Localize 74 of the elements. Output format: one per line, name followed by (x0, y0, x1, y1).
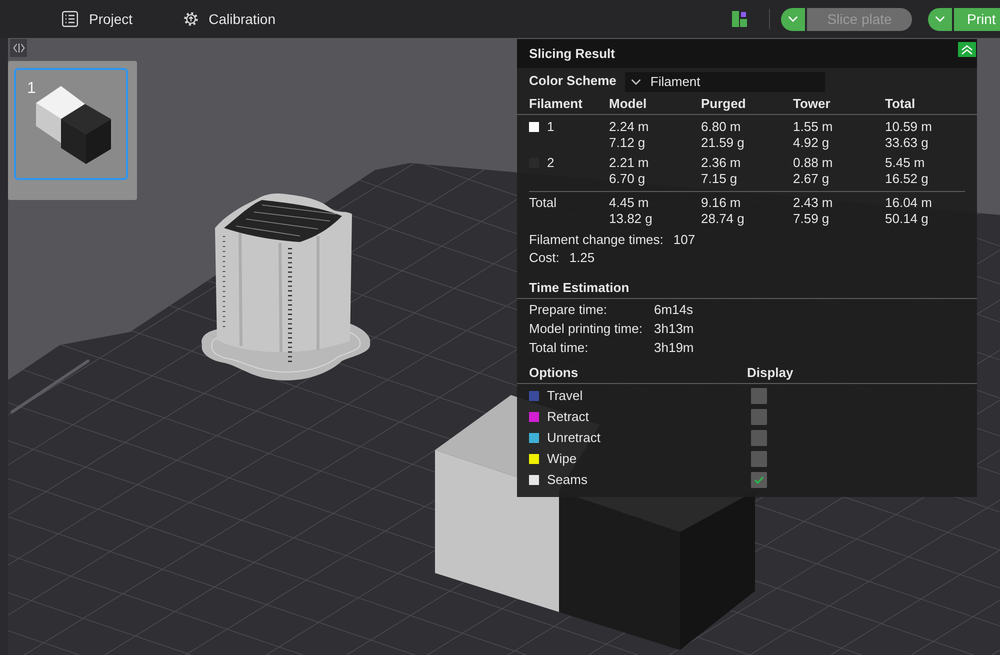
column-header: Total (885, 96, 916, 110)
checkmark-icon (754, 476, 764, 484)
time-label: Prepare time: (529, 301, 608, 319)
length-value: 2.43 m (793, 195, 833, 211)
option-label: Travel (547, 388, 583, 403)
length-value: 2.21 m (609, 155, 649, 171)
length-value: 0.88 m (793, 155, 833, 171)
time-value: 6m14s (654, 301, 694, 319)
column-header: Model (609, 96, 647, 110)
length-value: 10.59 m (885, 119, 932, 135)
length-value: 5.45 m (885, 155, 925, 171)
weight-value: 2.67 g (793, 171, 830, 187)
option-label: Unretract (547, 430, 600, 445)
filament-number: 2 (547, 155, 554, 171)
option-label: Seams (547, 472, 588, 487)
weight-value: 6.70 g (609, 171, 646, 187)
weight-value: 21.59 g (701, 135, 744, 151)
display-checkbox[interactable] (751, 450, 767, 466)
column-header: Tower (793, 96, 830, 110)
length-value: 2.36 m (701, 155, 741, 171)
weight-value: 7.59 g (793, 211, 830, 227)
plate-number: 1 (27, 80, 36, 98)
time-value: 3h19m (654, 339, 694, 357)
row-label: Total (529, 195, 556, 211)
double-chevron-up-icon (961, 44, 973, 54)
caret-icon (631, 78, 642, 84)
list-icon (62, 11, 78, 27)
column-header: Display (747, 364, 794, 380)
option-label: Retract (547, 409, 589, 424)
weight-value: 4.92 g (793, 135, 830, 151)
weight-value: 28.74 g (701, 211, 744, 227)
display-checkbox[interactable] (751, 472, 767, 488)
weight-value: 33.63 g (885, 135, 928, 151)
column-header: Options (529, 364, 578, 380)
length-value: 4.45 m (609, 195, 649, 211)
display-checkbox[interactable] (751, 408, 767, 424)
column-header: Filament (529, 96, 582, 110)
caret-icon (935, 16, 945, 22)
display-checkbox[interactable] (751, 430, 767, 446)
display-checkbox[interactable] (751, 388, 767, 404)
panel-title: Slicing Result (529, 46, 615, 61)
layout-icon[interactable] (732, 11, 747, 27)
length-value: 2.24 m (609, 119, 649, 135)
time-label: Model printing time: (529, 320, 642, 338)
split-arrows-icon (12, 43, 24, 53)
weight-value: 7.15 g (701, 171, 738, 187)
dropdown-button[interactable] (781, 8, 805, 30)
sidebar-toggle-button[interactable] (10, 39, 27, 57)
weight-value: 13.82 g (609, 211, 652, 227)
length-value: 16.04 m (885, 195, 932, 211)
stat-value: 107 (673, 231, 696, 249)
length-value: 6.80 m (701, 119, 741, 135)
weight-value: 7.12 g (609, 135, 646, 151)
stat-value: 1.25 (569, 249, 595, 267)
column-header: Purged (701, 96, 746, 110)
length-value: 1.55 m (793, 119, 833, 135)
gear-icon (184, 12, 198, 26)
collapse-button[interactable] (958, 42, 976, 57)
section-title: Time Estimation (529, 280, 630, 294)
time-value: 3h13m (654, 320, 694, 338)
color-scheme-dropdown[interactable]: Filament (625, 72, 826, 92)
weight-value: 16.52 g (885, 171, 928, 187)
stat-label: Filament change times: (529, 231, 664, 249)
time-label: Total time: (529, 339, 588, 357)
length-value: 9.16 m (701, 195, 741, 211)
field-label: Color Scheme (529, 72, 616, 88)
toolbar-button[interactable]: Calibration (184, 11, 276, 27)
toolbar-button[interactable]: Project (62, 11, 133, 27)
filament-number: 1 (547, 119, 554, 135)
stat-label: Cost: (529, 249, 560, 267)
option-label: Wipe (547, 451, 577, 466)
caret-icon (788, 16, 798, 22)
weight-value: 50.14 g (885, 211, 928, 227)
dropdown-button[interactable] (928, 8, 952, 30)
